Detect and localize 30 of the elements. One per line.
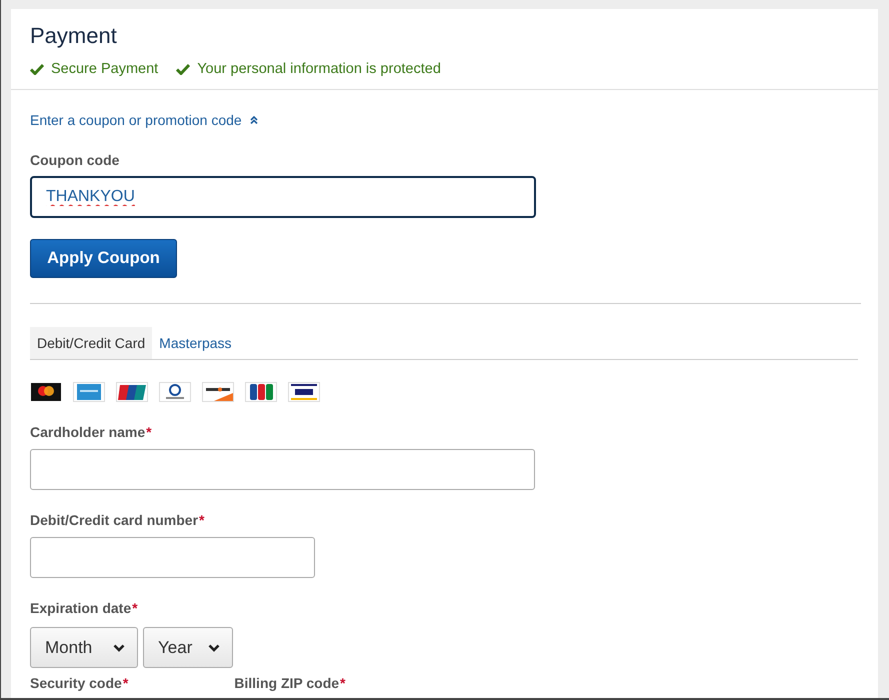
text-input-field[interactable] (30, 449, 535, 490)
payment-tab[interactable]: Debit/Credit Card (30, 327, 152, 359)
check-icon (176, 63, 190, 75)
field-label: Security code* (30, 675, 128, 691)
chevron-down-icon (208, 644, 220, 652)
coupon-input-field[interactable]: THANKYOU (30, 176, 536, 218)
card-logo-icon (30, 382, 62, 402)
card-logo-icon (288, 382, 320, 402)
dropdown[interactable]: Month (30, 627, 138, 668)
dropdown[interactable]: Year (143, 627, 234, 668)
page-title: Payment (30, 23, 118, 49)
card-logo-icon (245, 382, 277, 402)
double-chevron-icon (250, 116, 258, 124)
field-label: Cardholder name* (30, 424, 153, 440)
assurance-text: Your personal information is protected (197, 61, 441, 77)
assurance-text: Secure Payment (51, 61, 158, 77)
field-label: Debit/Credit card number* (30, 512, 206, 528)
card-logo-icon (202, 382, 234, 402)
payment-tab[interactable]: Masterpass (152, 327, 239, 359)
apply-coupon-button[interactable]: Apply Coupon (30, 239, 177, 278)
field-label: Billing ZIP code* (234, 675, 346, 691)
field-label: Coupon code (30, 152, 120, 168)
field-label: Expiration date* (30, 600, 139, 616)
card-logo-icon (159, 382, 191, 402)
check-icon (30, 63, 44, 75)
coupon-toggle-link[interactable]: Enter a coupon or promotion code (30, 112, 258, 128)
chevron-down-icon (113, 644, 125, 652)
card-logo-icon (73, 382, 105, 402)
text-input-field[interactable] (30, 537, 315, 578)
card-logo-icon (116, 382, 148, 402)
